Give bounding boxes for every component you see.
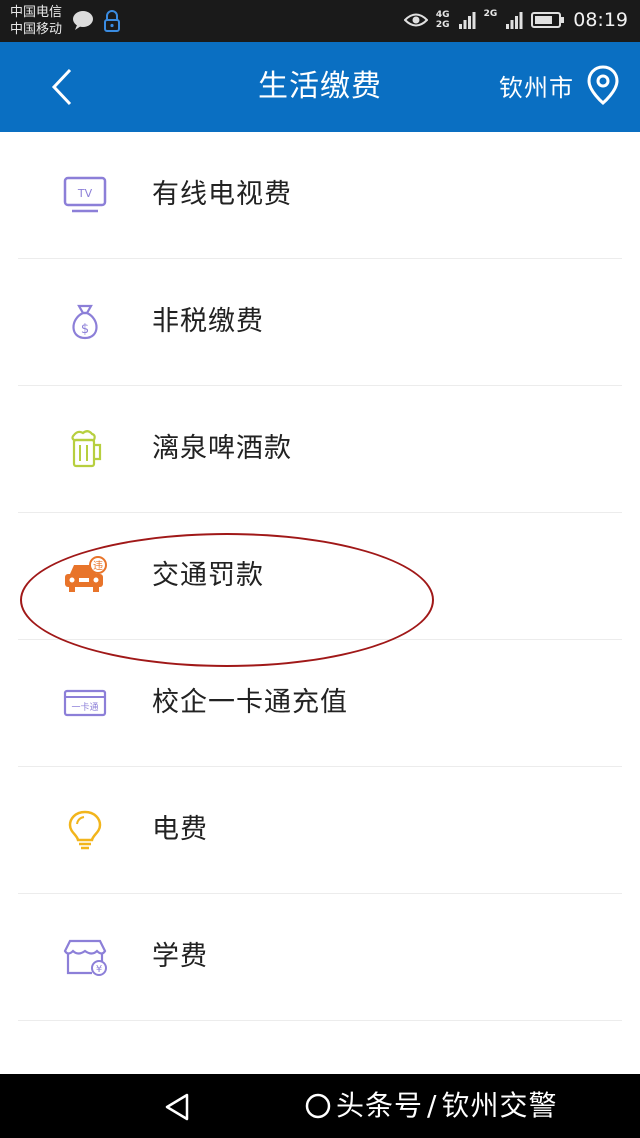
watermark-separator: / [427, 1089, 438, 1122]
city-name: 钦州市 [499, 73, 574, 102]
svg-text:违: 违 [93, 560, 103, 572]
clock-time: 08:19 [573, 9, 628, 31]
list-item-electricity[interactable]: 电费 [18, 767, 622, 894]
item-label: 有线电视费 [152, 179, 292, 210]
item-label: 非税缴费 [152, 306, 264, 337]
eye-icon [403, 13, 428, 27]
tv-icon: TV [63, 176, 107, 213]
network-type-1: 4G [435, 10, 450, 20]
circle-icon [305, 1093, 331, 1119]
network-type-3: 2G [483, 9, 498, 19]
beer-icon [71, 430, 102, 468]
triangle-back-icon[interactable] [160, 1090, 194, 1124]
watermark: 头条号 / 钦州交警 [304, 1086, 557, 1126]
status-bar: 中国电信 中国移动 4G 2G 2G 08:19 [0, 0, 640, 42]
location-pin-icon [587, 65, 619, 105]
signal-icon-1 [458, 12, 476, 29]
car-fine-icon: 违 [65, 556, 107, 592]
battery-icon [531, 12, 565, 28]
city-selector[interactable]: 钦州市 [499, 64, 620, 106]
nav-bar: 生活缴费 钦州市 [0, 42, 640, 132]
card-icon: 一卡通 [63, 689, 107, 717]
item-label: 校企一卡通充值 [152, 687, 348, 718]
list-item-non-tax[interactable]: $ 非税缴费 [18, 259, 622, 386]
watermark-text: 头条号 [336, 1089, 424, 1122]
svg-text:¥: ¥ [96, 964, 102, 975]
chat-bubble-icon [73, 11, 93, 30]
payment-list: TV 有线电视费 $ 非税缴费 漓泉啤酒款 违 交通罚款 一卡通 校企一卡通充值… [0, 132, 640, 1021]
svg-text:TV: TV [77, 187, 93, 200]
list-item-cable-tv[interactable]: TV 有线电视费 [18, 132, 622, 259]
lightbulb-icon [68, 810, 102, 850]
carrier-2: 中国移动 [10, 22, 63, 37]
network-type-2: 2G [435, 20, 450, 30]
school-store-icon: ¥ [63, 939, 107, 976]
system-nav-bar: 头条号 / 钦州交警 [0, 1074, 640, 1138]
list-item-traffic-fine[interactable]: 违 交通罚款 [18, 513, 622, 640]
list-item-campus-card[interactable]: 一卡通 校企一卡通充值 [18, 640, 622, 767]
item-label: 电费 [152, 814, 208, 845]
item-label: 交通罚款 [152, 560, 264, 591]
svg-text:$: $ [81, 322, 89, 337]
carrier-info: 中国电信 中国移动 [10, 4, 62, 38]
signal-icon-2 [506, 12, 523, 29]
item-label: 漓泉啤酒款 [152, 433, 292, 464]
list-item-tuition[interactable]: ¥ 学费 [18, 894, 622, 1021]
money-bag-icon: $ [72, 304, 98, 340]
lock-icon [104, 10, 120, 32]
list-item-beer[interactable]: 漓泉啤酒款 [18, 386, 622, 513]
item-label: 学费 [152, 941, 208, 972]
watermark-account: 钦州交警 [441, 1089, 558, 1122]
svg-text:一卡通: 一卡通 [71, 701, 98, 713]
carrier-1: 中国电信 [10, 5, 63, 20]
